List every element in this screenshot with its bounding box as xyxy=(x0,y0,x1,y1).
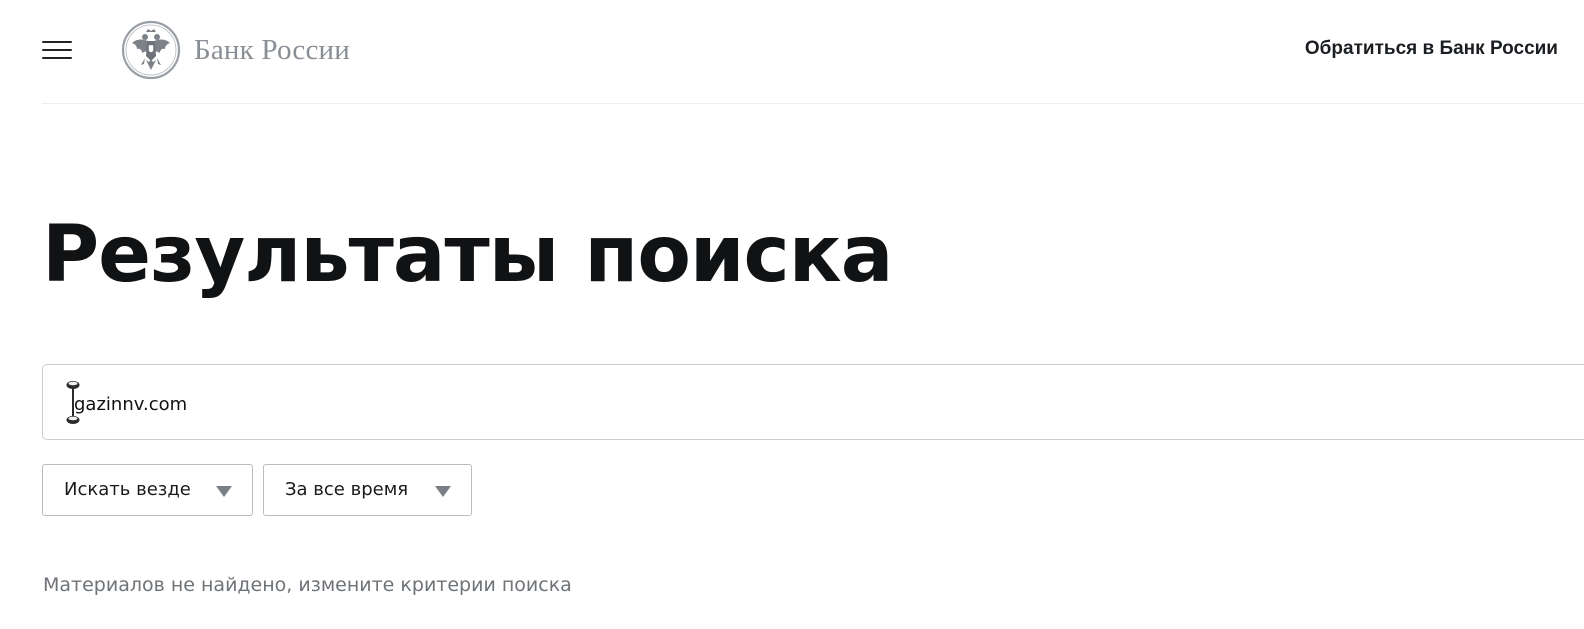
chevron-down-icon xyxy=(216,486,232,497)
chevron-down-icon xyxy=(435,486,451,497)
no-results-message: Материалов не найдено, измените критерии… xyxy=(43,574,572,596)
search-scope-label: Искать везде xyxy=(64,479,191,500)
double-headed-eagle-emblem-icon xyxy=(121,20,181,80)
menu-line xyxy=(42,41,72,43)
menu-line xyxy=(42,57,72,59)
search-input[interactable] xyxy=(74,388,1554,420)
bank-name: Банк России xyxy=(194,33,350,66)
site-header: Банк России Обратиться в Банк России xyxy=(0,0,1584,104)
hamburger-menu-icon[interactable] xyxy=(40,36,74,64)
menu-line xyxy=(42,49,72,51)
period-label: За все время xyxy=(285,479,409,500)
search-scope-dropdown[interactable]: Искать везде xyxy=(42,464,253,516)
page-title: Результаты поиска xyxy=(42,210,893,300)
bank-logo[interactable]: Банк России xyxy=(121,19,350,81)
period-dropdown[interactable]: За все время xyxy=(263,464,472,516)
contact-bank-link[interactable]: Обратиться в Банк России xyxy=(1305,38,1558,60)
header-divider xyxy=(42,103,1584,104)
